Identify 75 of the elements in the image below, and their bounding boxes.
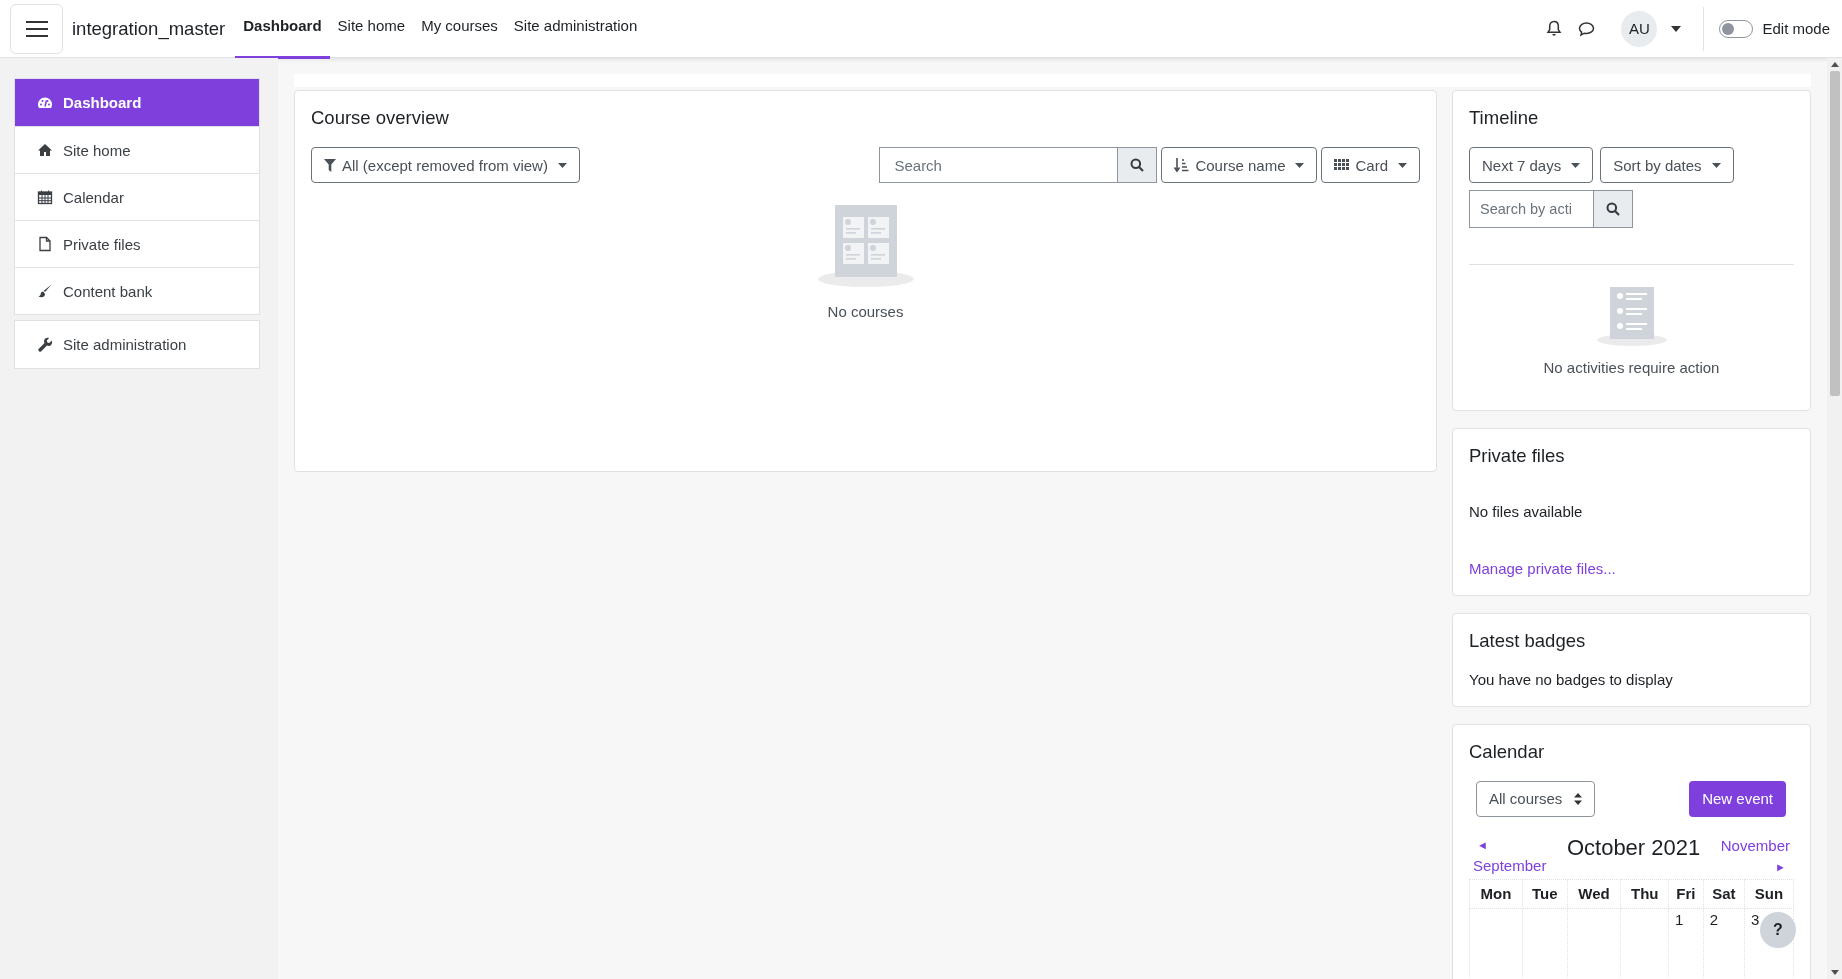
empty-message: No activities require action [1543,359,1720,377]
caret-icon [1398,162,1407,168]
scrollbar[interactable] [1827,58,1842,979]
day-number: 2 [1709,910,1719,928]
menu-button[interactable] [10,3,63,54]
sidebar-item[interactable]: Private files [15,220,259,267]
funnel-icon [324,158,336,172]
activity-list-drawing [1596,287,1667,348]
view-dropdown[interactable]: Card [1321,147,1420,184]
no-files-message: No files available [1469,503,1584,521]
search-field[interactable]: Search [879,147,1118,184]
sort-dropdown[interactable]: Sort by dates [1600,147,1734,184]
weekday-header: Fri [1668,879,1704,909]
weekday-header: Sat [1703,879,1745,909]
search-icon[interactable] [1130,158,1145,173]
file-icon [37,236,53,252]
nav-link[interactable]: My courses [413,0,506,56]
day-number: 3 [1750,910,1760,928]
caret-icon [1295,162,1305,168]
weekday-header: Wed [1567,879,1621,909]
day-number: 1 [1675,910,1684,928]
new-event-button[interactable]: New event [1689,780,1786,817]
manage-files-link[interactable]: Manage private files... [1469,560,1794,578]
scrollbar-thumb[interactable] [1829,71,1840,396]
month-title: October 2021 [1566,834,1701,861]
user-avatar[interactable]: AU [1621,10,1658,47]
search-button[interactable] [1117,147,1158,184]
caret-icon [1571,162,1581,168]
sort-icon [1174,157,1190,173]
course-select[interactable]: All courses [1476,780,1596,817]
up-down-caret-icon [1574,792,1583,805]
site-name[interactable]: integration_master [72,17,226,40]
bell-icon[interactable] [1546,20,1563,37]
weekday-header: Mon [1469,879,1523,909]
empty-message: No courses [827,303,904,321]
activity-search-field[interactable]: Search by acti [1469,190,1593,229]
search-icon[interactable] [1606,202,1620,217]
nav-link[interactable]: Site home [329,0,414,56]
date-range-dropdown[interactable]: Next 7 days [1469,147,1594,184]
filter-dropdown[interactable]: All (except removed from view) [311,147,580,184]
sidebar-item[interactable]: Calendar [15,173,259,220]
sidebar-item[interactable]: Site administration [15,321,259,368]
sidebar-item[interactable]: Content bank [15,267,259,314]
calendar-icon [37,189,53,205]
card-title: Private files [1469,445,1566,468]
weekday-header: Tue [1522,879,1568,909]
caret-icon [557,162,567,168]
house-icon [37,142,53,158]
card-title: Course overview [311,107,450,130]
wrench-icon [37,336,53,353]
sort-dropdown[interactable]: Course name [1161,147,1318,184]
previous-month-link[interactable]: September [1473,854,1547,877]
edit-mode-label: Edit mode [1762,20,1830,37]
weekday-header: Sun [1744,879,1794,909]
scroll-up-arrow-icon[interactable] [1830,62,1839,67]
caret-icon[interactable] [1671,25,1682,32]
menu-icon [25,20,48,37]
edit-mode-switch[interactable] [1719,19,1754,38]
sidebar-item[interactable]: Site home [15,126,259,173]
weekday-header: Thu [1620,879,1669,909]
no-badges-message: You have no badges to display [1469,670,1674,688]
scroll-down-arrow-icon[interactable] [1830,970,1839,975]
sidebar-item[interactable]: Dashboard [15,79,259,126]
card-title: Timeline [1469,107,1540,130]
caret-icon [1711,162,1721,168]
card-title: Calendar [1469,740,1546,763]
paintbrush-icon [37,283,53,299]
card-title: Latest badges [1469,630,1587,653]
next-month-link[interactable]: November [1720,834,1790,857]
speech-bubble-icon[interactable] [1578,20,1596,37]
nav-link[interactable]: Site administration [505,0,646,56]
previous-month-arrow[interactable]: ◄ [1473,834,1492,855]
grid-icon [1334,159,1350,172]
next-month-arrow[interactable]: ► [1771,856,1790,877]
search-button[interactable] [1593,190,1633,229]
